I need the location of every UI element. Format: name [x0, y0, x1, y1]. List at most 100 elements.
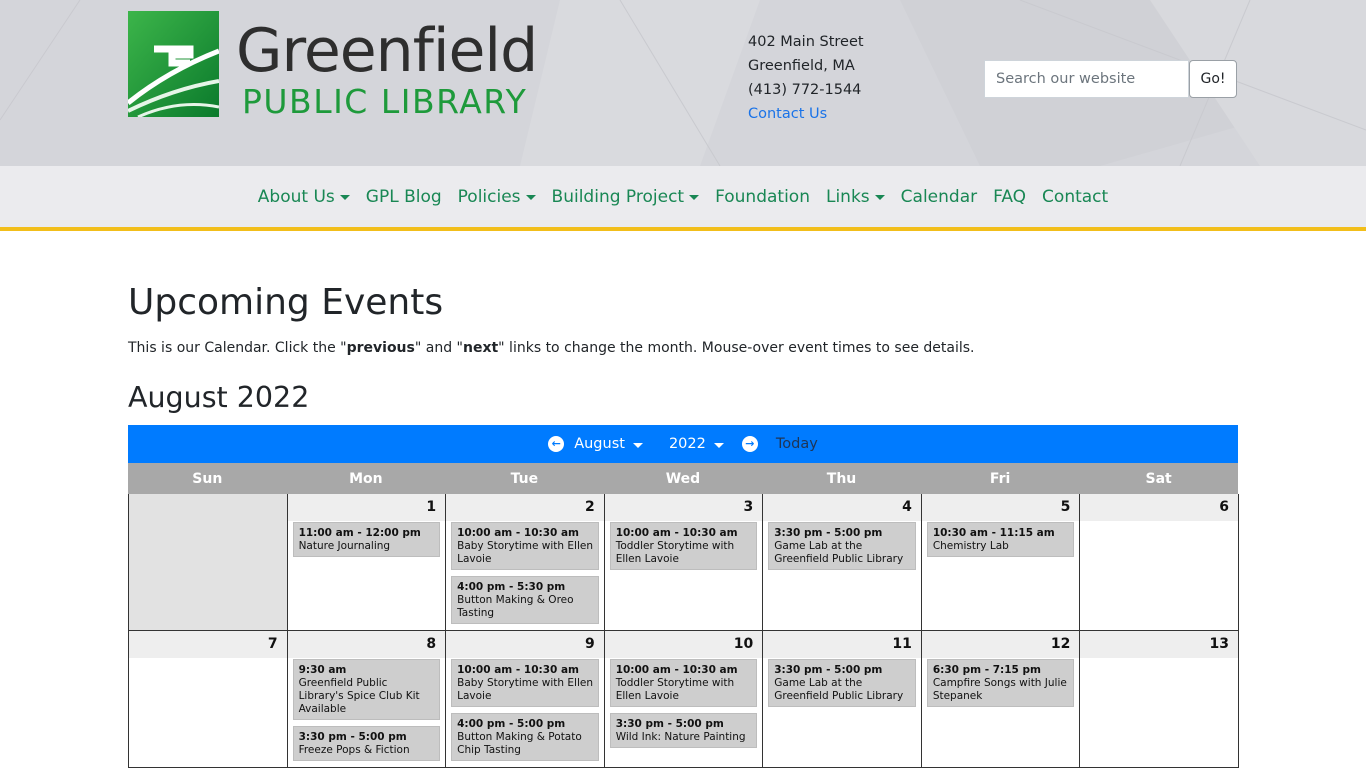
- day-number: 6: [1080, 494, 1238, 521]
- weekday-header: Wed: [665, 470, 701, 487]
- event-title: Campfire Songs with Julie Stepanek: [932, 677, 1067, 702]
- nav-item-about-us[interactable]: About Us: [250, 187, 358, 207]
- nav-item-gpl-blog[interactable]: GPL Blog: [358, 187, 450, 207]
- event-time[interactable]: 6:30 pm - 7:15 pm: [933, 664, 1070, 677]
- nav-item-label: FAQ: [993, 186, 1027, 207]
- nav-item-policies[interactable]: Policies: [450, 187, 544, 207]
- nav-item-links[interactable]: Links: [818, 187, 893, 207]
- calendar-instructions: This is our Calendar. Click the "previou…: [128, 338, 1238, 358]
- event-time[interactable]: 3:30 pm - 5:00 pm: [616, 718, 753, 731]
- calendar-day-cell: [129, 494, 288, 631]
- today-button[interactable]: Today: [776, 436, 818, 452]
- calendar-event[interactable]: 4:00 pm - 5:00 pm Button Making & Potato …: [451, 713, 599, 761]
- event-title: Toddler Storytime with Ellen Lavoie: [615, 677, 735, 702]
- event-title: Game Lab at the Greenfield Public Librar…: [774, 540, 904, 565]
- calendar-day-cell: 3 10:00 am - 10:30 am Toddler Storytime wi…: [604, 494, 764, 631]
- month-select-value: August: [574, 436, 625, 452]
- calendar-toolbar: ← August 2022 → Today: [128, 425, 1238, 463]
- calendar-day-cell: 8 9:30 am Greenfield Public Library's Spic…: [287, 631, 447, 768]
- day-number: 7: [129, 631, 287, 658]
- intro-next: next: [462, 340, 499, 356]
- year-chevron-down-icon: [713, 442, 724, 448]
- event-time[interactable]: 11:00 am - 12:00 pm: [299, 527, 436, 540]
- calendar-event[interactable]: 3:30 pm - 5:00 pm Game Lab at the Greenfi…: [768, 659, 916, 707]
- calendar-event[interactable]: 6:30 pm - 7:15 pm Campfire Songs with Jul…: [926, 659, 1075, 707]
- nav-item-label: About Us: [257, 186, 335, 207]
- calendar-event[interactable]: 3:30 pm - 5:00 pm Freeze Pops & Fiction: [292, 726, 441, 761]
- weekday-header: Thu: [826, 470, 857, 487]
- site-header: Greenfield PUBLIC LIBRARY 402 Main Stree…: [0, 0, 1366, 166]
- calendar-event[interactable]: 10:00 am - 10:30 am Toddler Storytime wit…: [609, 522, 758, 570]
- site-search: Go!: [984, 60, 1238, 98]
- calendar-day-cell: 12 6:30 pm - 7:15 pm Campfire Songs with J…: [921, 631, 1081, 768]
- chevron-down-icon: [689, 195, 700, 200]
- calendar-day-cell: 10 10:00 am - 10:30 am Toddler Storytime w…: [604, 631, 764, 768]
- day-number: 12: [921, 631, 1080, 658]
- page-title: Upcoming Events: [128, 282, 444, 323]
- calendar-event[interactable]: 10:00 am - 10:30 am Toddler Storytime wit…: [609, 659, 758, 707]
- event-time[interactable]: 4:00 pm - 5:00 pm: [457, 718, 594, 731]
- event-title: Baby Storytime with Ellen Lavoie: [457, 677, 593, 702]
- calendar-event[interactable]: 9:30 am Greenfield Public Library's Spice…: [292, 659, 441, 720]
- nav-item-foundation[interactable]: Foundation: [707, 187, 818, 207]
- previous-month-arrow-icon[interactable]: ←: [548, 436, 565, 452]
- event-time[interactable]: 10:30 am - 11:15 am: [933, 527, 1070, 540]
- intro-previous: previous: [346, 340, 415, 356]
- event-time[interactable]: 9:30 am: [299, 664, 436, 677]
- calendar-event[interactable]: 4:00 pm - 5:30 pm Button Making & Oreo Ta…: [451, 576, 599, 624]
- search-input[interactable]: [984, 60, 1189, 98]
- intro-text-1: This is our Calendar. Click the ": [128, 340, 347, 356]
- day-number: 4: [763, 494, 921, 521]
- calendar-day-cell: 11 3:30 pm - 5:00 pm Game Lab at the Green…: [763, 631, 922, 768]
- event-time[interactable]: 3:30 pm - 5:00 pm: [299, 731, 436, 744]
- calendar-day-cell: 2 10:00 am - 10:30 am Baby Storytime with …: [446, 494, 605, 631]
- event-title: Button Making & Potato Chip Tasting: [457, 731, 582, 756]
- event-title: Nature Journaling: [298, 540, 391, 552]
- nav-item-label: GPL Blog: [365, 186, 442, 207]
- next-month-arrow-icon[interactable]: →: [741, 436, 758, 452]
- calendar-week-row: 7 8 9:30 am Greenfield Public Library's Spi…: [128, 631, 1239, 768]
- main-navigation: About Us GPL Blog Policies Building Project…: [0, 166, 1366, 231]
- nav-item-building-project[interactable]: Building Project: [544, 187, 708, 207]
- event-time[interactable]: 3:30 pm - 5:00 pm: [774, 664, 911, 677]
- event-time[interactable]: 10:00 am - 10:30 am: [616, 527, 753, 540]
- event-title: Baby Storytime with Ellen Lavoie: [457, 540, 593, 565]
- logo-subtitle: PUBLIC LIBRARY: [242, 82, 528, 121]
- calendar-event[interactable]: 10:00 am - 10:30 am Baby Storytime with E…: [451, 659, 599, 707]
- nav-item-calendar[interactable]: Calendar: [893, 187, 985, 207]
- event-title: Wild Ink: Nature Painting: [615, 731, 746, 743]
- contact-us-link[interactable]: Contact Us: [748, 102, 864, 126]
- nav-item-label: Contact: [1042, 186, 1109, 207]
- nav-item-faq[interactable]: FAQ: [985, 187, 1034, 207]
- event-time[interactable]: 10:00 am - 10:30 am: [616, 664, 753, 677]
- nav-item-label: Links: [825, 186, 870, 207]
- event-time[interactable]: 10:00 am - 10:30 am: [457, 664, 594, 677]
- address-phone: (413) 772-1544: [748, 82, 862, 98]
- calendar-event[interactable]: 10:00 am - 10:30 am Baby Storytime with E…: [451, 522, 599, 570]
- event-title: Freeze Pops & Fiction: [298, 744, 410, 756]
- main-content: Upcoming Events This is our Calendar. Cl…: [128, 280, 1239, 768]
- calendar-event[interactable]: 10:30 am - 11:15 am Chemistry Lab: [926, 522, 1075, 557]
- month-select[interactable]: August: [574, 436, 643, 452]
- event-title: Game Lab at the Greenfield Public Librar…: [774, 677, 904, 702]
- calendar-day-cell: 13: [1080, 631, 1239, 768]
- calendar-event[interactable]: 11:00 am - 12:00 pm Nature Journaling: [292, 522, 441, 557]
- nav-item-label: Building Project: [551, 186, 685, 207]
- calendar-event[interactable]: 3:30 pm - 5:00 pm Wild Ink: Nature Painti…: [609, 713, 758, 748]
- search-go-button[interactable]: Go!: [1189, 60, 1237, 98]
- month-title: August 2022: [128, 381, 310, 414]
- chevron-down-icon: [874, 195, 885, 200]
- library-logo-icon[interactable]: [128, 11, 219, 117]
- weekday-header: Fri: [989, 470, 1011, 487]
- nav-item-label: Policies: [457, 186, 521, 207]
- event-time[interactable]: 4:00 pm - 5:30 pm: [457, 581, 594, 594]
- chevron-down-icon: [339, 195, 350, 200]
- calendar-event[interactable]: 3:30 pm - 5:00 pm Game Lab at the Greenfi…: [768, 522, 916, 570]
- day-number: 13: [1080, 631, 1238, 658]
- nav-item-contact[interactable]: Contact: [1034, 187, 1116, 207]
- event-time[interactable]: 10:00 am - 10:30 am: [457, 527, 594, 540]
- year-select[interactable]: 2022: [669, 436, 724, 452]
- event-title: Button Making & Oreo Tasting: [457, 594, 574, 619]
- calendar-day-cell: 4 3:30 pm - 5:00 pm Game Lab at the Greenf…: [763, 494, 922, 631]
- event-time[interactable]: 3:30 pm - 5:00 pm: [774, 527, 911, 540]
